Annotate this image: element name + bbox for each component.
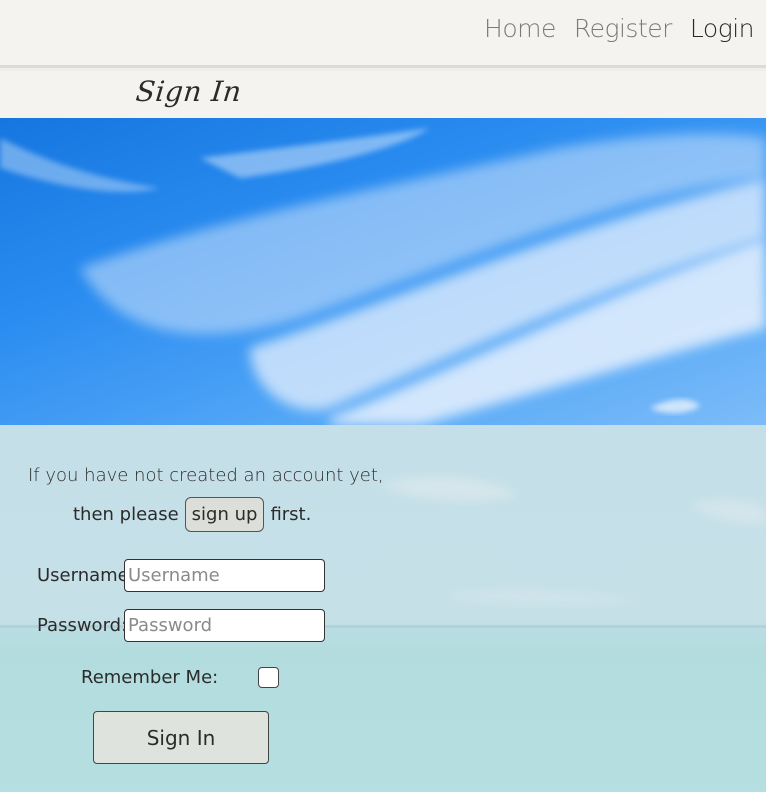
remember-me-checkbox[interactable] [258, 667, 279, 688]
username-label: Username: [37, 565, 135, 586]
nav-link-register[interactable]: Register [574, 14, 673, 43]
intro-text: If you have not created an account yet, [28, 465, 384, 486]
signin-section: If you have not created an account yet, … [0, 425, 766, 792]
username-input[interactable] [124, 559, 325, 592]
sign-up-button[interactable]: sign up [184, 497, 265, 532]
title-strip: Sign In [0, 71, 766, 118]
password-label: Password: [37, 615, 128, 636]
nav-link-login[interactable]: Login [690, 14, 755, 43]
nav-links: Home Register Login [484, 14, 754, 43]
intro-text-line2: then please sign up first. [73, 497, 311, 532]
intro-text-before: then please [73, 504, 179, 525]
navbar: Home Register Login [0, 0, 766, 68]
sky-clouds-graphic [0, 128, 766, 425]
nav-link-home[interactable]: Home [484, 14, 556, 43]
sign-in-button[interactable]: Sign In [93, 711, 269, 764]
page-title: Sign In [134, 75, 244, 108]
password-input[interactable] [124, 609, 325, 642]
intro-text-after: first. [270, 504, 312, 525]
hero-sky-image [0, 118, 766, 425]
remember-me-label: Remember Me: [81, 667, 219, 688]
